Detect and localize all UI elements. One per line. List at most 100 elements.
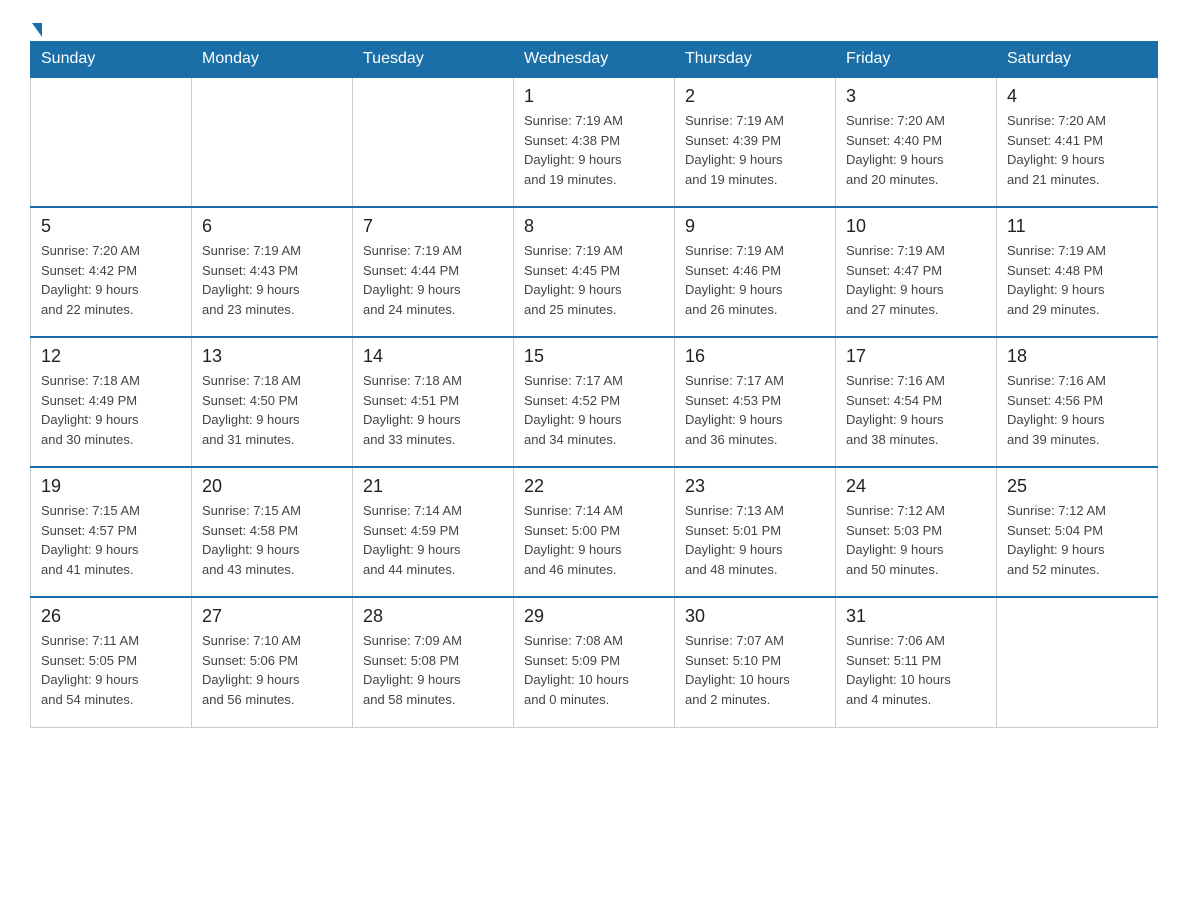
day-info: Sunrise: 7:07 AM Sunset: 5:10 PM Dayligh… [685, 631, 825, 709]
calendar-week-row: 26 Sunrise: 7:11 AM Sunset: 5:05 PM Dayli… [31, 597, 1158, 727]
day-number: 9 [685, 216, 825, 237]
calendar-cell: 21 Sunrise: 7:14 AM Sunset: 4:59 PM Dayli… [353, 467, 514, 597]
calendar-cell: 12 Sunrise: 7:18 AM Sunset: 4:49 PM Dayli… [31, 337, 192, 467]
day-number: 12 [41, 346, 181, 367]
calendar-cell: 23 Sunrise: 7:13 AM Sunset: 5:01 PM Dayli… [675, 467, 836, 597]
day-number: 28 [363, 606, 503, 627]
day-info: Sunrise: 7:18 AM Sunset: 4:51 PM Dayligh… [363, 371, 503, 449]
calendar-cell: 24 Sunrise: 7:12 AM Sunset: 5:03 PM Dayli… [836, 467, 997, 597]
day-info: Sunrise: 7:09 AM Sunset: 5:08 PM Dayligh… [363, 631, 503, 709]
calendar-week-row: 5 Sunrise: 7:20 AM Sunset: 4:42 PM Daylig… [31, 207, 1158, 337]
calendar-cell: 5 Sunrise: 7:20 AM Sunset: 4:42 PM Daylig… [31, 207, 192, 337]
day-number: 5 [41, 216, 181, 237]
day-info: Sunrise: 7:20 AM Sunset: 4:41 PM Dayligh… [1007, 111, 1147, 189]
calendar-cell: 20 Sunrise: 7:15 AM Sunset: 4:58 PM Dayli… [192, 467, 353, 597]
calendar-cell: 14 Sunrise: 7:18 AM Sunset: 4:51 PM Dayli… [353, 337, 514, 467]
day-number: 17 [846, 346, 986, 367]
day-number: 6 [202, 216, 342, 237]
weekday-header-friday: Friday [836, 42, 997, 78]
calendar-cell: 29 Sunrise: 7:08 AM Sunset: 5:09 PM Dayli… [514, 597, 675, 727]
day-info: Sunrise: 7:20 AM Sunset: 4:42 PM Dayligh… [41, 241, 181, 319]
calendar-cell: 16 Sunrise: 7:17 AM Sunset: 4:53 PM Dayli… [675, 337, 836, 467]
calendar-week-row: 12 Sunrise: 7:18 AM Sunset: 4:49 PM Dayli… [31, 337, 1158, 467]
page-header [30, 20, 1158, 31]
calendar-cell: 19 Sunrise: 7:15 AM Sunset: 4:57 PM Dayli… [31, 467, 192, 597]
calendar-header: SundayMondayTuesdayWednesdayThursdayFrid… [31, 42, 1158, 78]
day-info: Sunrise: 7:15 AM Sunset: 4:57 PM Dayligh… [41, 501, 181, 579]
calendar-cell: 4 Sunrise: 7:20 AM Sunset: 4:41 PM Daylig… [997, 77, 1158, 207]
day-number: 24 [846, 476, 986, 497]
day-info: Sunrise: 7:08 AM Sunset: 5:09 PM Dayligh… [524, 631, 664, 709]
calendar-cell: 6 Sunrise: 7:19 AM Sunset: 4:43 PM Daylig… [192, 207, 353, 337]
calendar-cell: 1 Sunrise: 7:19 AM Sunset: 4:38 PM Daylig… [514, 77, 675, 207]
day-number: 23 [685, 476, 825, 497]
day-number: 11 [1007, 216, 1147, 237]
calendar-cell: 17Sunrise: 7:16 AM Sunset: 4:54 PM Dayli… [836, 337, 997, 467]
day-info: Sunrise: 7:13 AM Sunset: 5:01 PM Dayligh… [685, 501, 825, 579]
day-number: 31 [846, 606, 986, 627]
weekday-header-sunday: Sunday [31, 42, 192, 78]
logo [30, 20, 42, 31]
calendar-cell: 27 Sunrise: 7:10 AM Sunset: 5:06 PM Dayli… [192, 597, 353, 727]
day-info: Sunrise: 7:19 AM Sunset: 4:44 PM Dayligh… [363, 241, 503, 319]
weekday-header-row: SundayMondayTuesdayWednesdayThursdayFrid… [31, 42, 1158, 78]
day-number: 10 [846, 216, 986, 237]
weekday-header-wednesday: Wednesday [514, 42, 675, 78]
weekday-header-saturday: Saturday [997, 42, 1158, 78]
day-number: 7 [363, 216, 503, 237]
day-info: Sunrise: 7:10 AM Sunset: 5:06 PM Dayligh… [202, 631, 342, 709]
day-info: Sunrise: 7:19 AM Sunset: 4:46 PM Dayligh… [685, 241, 825, 319]
calendar-cell [997, 597, 1158, 727]
day-number: 4 [1007, 86, 1147, 107]
calendar-cell: 25 Sunrise: 7:12 AM Sunset: 5:04 PM Dayli… [997, 467, 1158, 597]
calendar-cell: 18Sunrise: 7:16 AM Sunset: 4:56 PM Dayli… [997, 337, 1158, 467]
calendar-cell: 26 Sunrise: 7:11 AM Sunset: 5:05 PM Dayli… [31, 597, 192, 727]
calendar-cell [31, 77, 192, 207]
calendar-cell [192, 77, 353, 207]
day-number: 20 [202, 476, 342, 497]
day-number: 8 [524, 216, 664, 237]
day-info: Sunrise: 7:19 AM Sunset: 4:45 PM Dayligh… [524, 241, 664, 319]
day-number: 19 [41, 476, 181, 497]
day-info: Sunrise: 7:20 AM Sunset: 4:40 PM Dayligh… [846, 111, 986, 189]
logo-arrow-icon [32, 23, 42, 37]
day-info: Sunrise: 7:06 AM Sunset: 5:11 PM Dayligh… [846, 631, 986, 709]
calendar-cell: 9 Sunrise: 7:19 AM Sunset: 4:46 PM Daylig… [675, 207, 836, 337]
day-number: 25 [1007, 476, 1147, 497]
calendar-cell: 10 Sunrise: 7:19 AM Sunset: 4:47 PM Dayli… [836, 207, 997, 337]
calendar-cell: 7 Sunrise: 7:19 AM Sunset: 4:44 PM Daylig… [353, 207, 514, 337]
calendar-cell: 13Sunrise: 7:18 AM Sunset: 4:50 PM Dayli… [192, 337, 353, 467]
day-number: 16 [685, 346, 825, 367]
day-number: 3 [846, 86, 986, 107]
day-info: Sunrise: 7:18 AM Sunset: 4:49 PM Dayligh… [41, 371, 181, 449]
weekday-header-thursday: Thursday [675, 42, 836, 78]
weekday-header-tuesday: Tuesday [353, 42, 514, 78]
day-info: Sunrise: 7:12 AM Sunset: 5:04 PM Dayligh… [1007, 501, 1147, 579]
day-info: Sunrise: 7:19 AM Sunset: 4:43 PM Dayligh… [202, 241, 342, 319]
calendar-cell: 31 Sunrise: 7:06 AM Sunset: 5:11 PM Dayli… [836, 597, 997, 727]
day-number: 26 [41, 606, 181, 627]
day-info: Sunrise: 7:15 AM Sunset: 4:58 PM Dayligh… [202, 501, 342, 579]
day-number: 2 [685, 86, 825, 107]
day-number: 27 [202, 606, 342, 627]
day-number: 18 [1007, 346, 1147, 367]
day-info: Sunrise: 7:19 AM Sunset: 4:39 PM Dayligh… [685, 111, 825, 189]
day-info: Sunrise: 7:17 AM Sunset: 4:53 PM Dayligh… [685, 371, 825, 449]
day-info: Sunrise: 7:12 AM Sunset: 5:03 PM Dayligh… [846, 501, 986, 579]
calendar-cell: 8 Sunrise: 7:19 AM Sunset: 4:45 PM Daylig… [514, 207, 675, 337]
day-info: Sunrise: 7:14 AM Sunset: 4:59 PM Dayligh… [363, 501, 503, 579]
day-number: 15 [524, 346, 664, 367]
day-number: 29 [524, 606, 664, 627]
calendar-cell: 22Sunrise: 7:14 AM Sunset: 5:00 PM Dayli… [514, 467, 675, 597]
day-number: 14 [363, 346, 503, 367]
calendar-table: SundayMondayTuesdayWednesdayThursdayFrid… [30, 41, 1158, 728]
day-info: Sunrise: 7:14 AM Sunset: 5:00 PM Dayligh… [524, 501, 664, 579]
day-number: 1 [524, 86, 664, 107]
day-number: 21 [363, 476, 503, 497]
calendar-cell: 2 Sunrise: 7:19 AM Sunset: 4:39 PM Daylig… [675, 77, 836, 207]
day-info: Sunrise: 7:19 AM Sunset: 4:47 PM Dayligh… [846, 241, 986, 319]
day-number: 30 [685, 606, 825, 627]
calendar-cell: 3 Sunrise: 7:20 AM Sunset: 4:40 PM Daylig… [836, 77, 997, 207]
day-info: Sunrise: 7:19 AM Sunset: 4:38 PM Dayligh… [524, 111, 664, 189]
day-info: Sunrise: 7:11 AM Sunset: 5:05 PM Dayligh… [41, 631, 181, 709]
